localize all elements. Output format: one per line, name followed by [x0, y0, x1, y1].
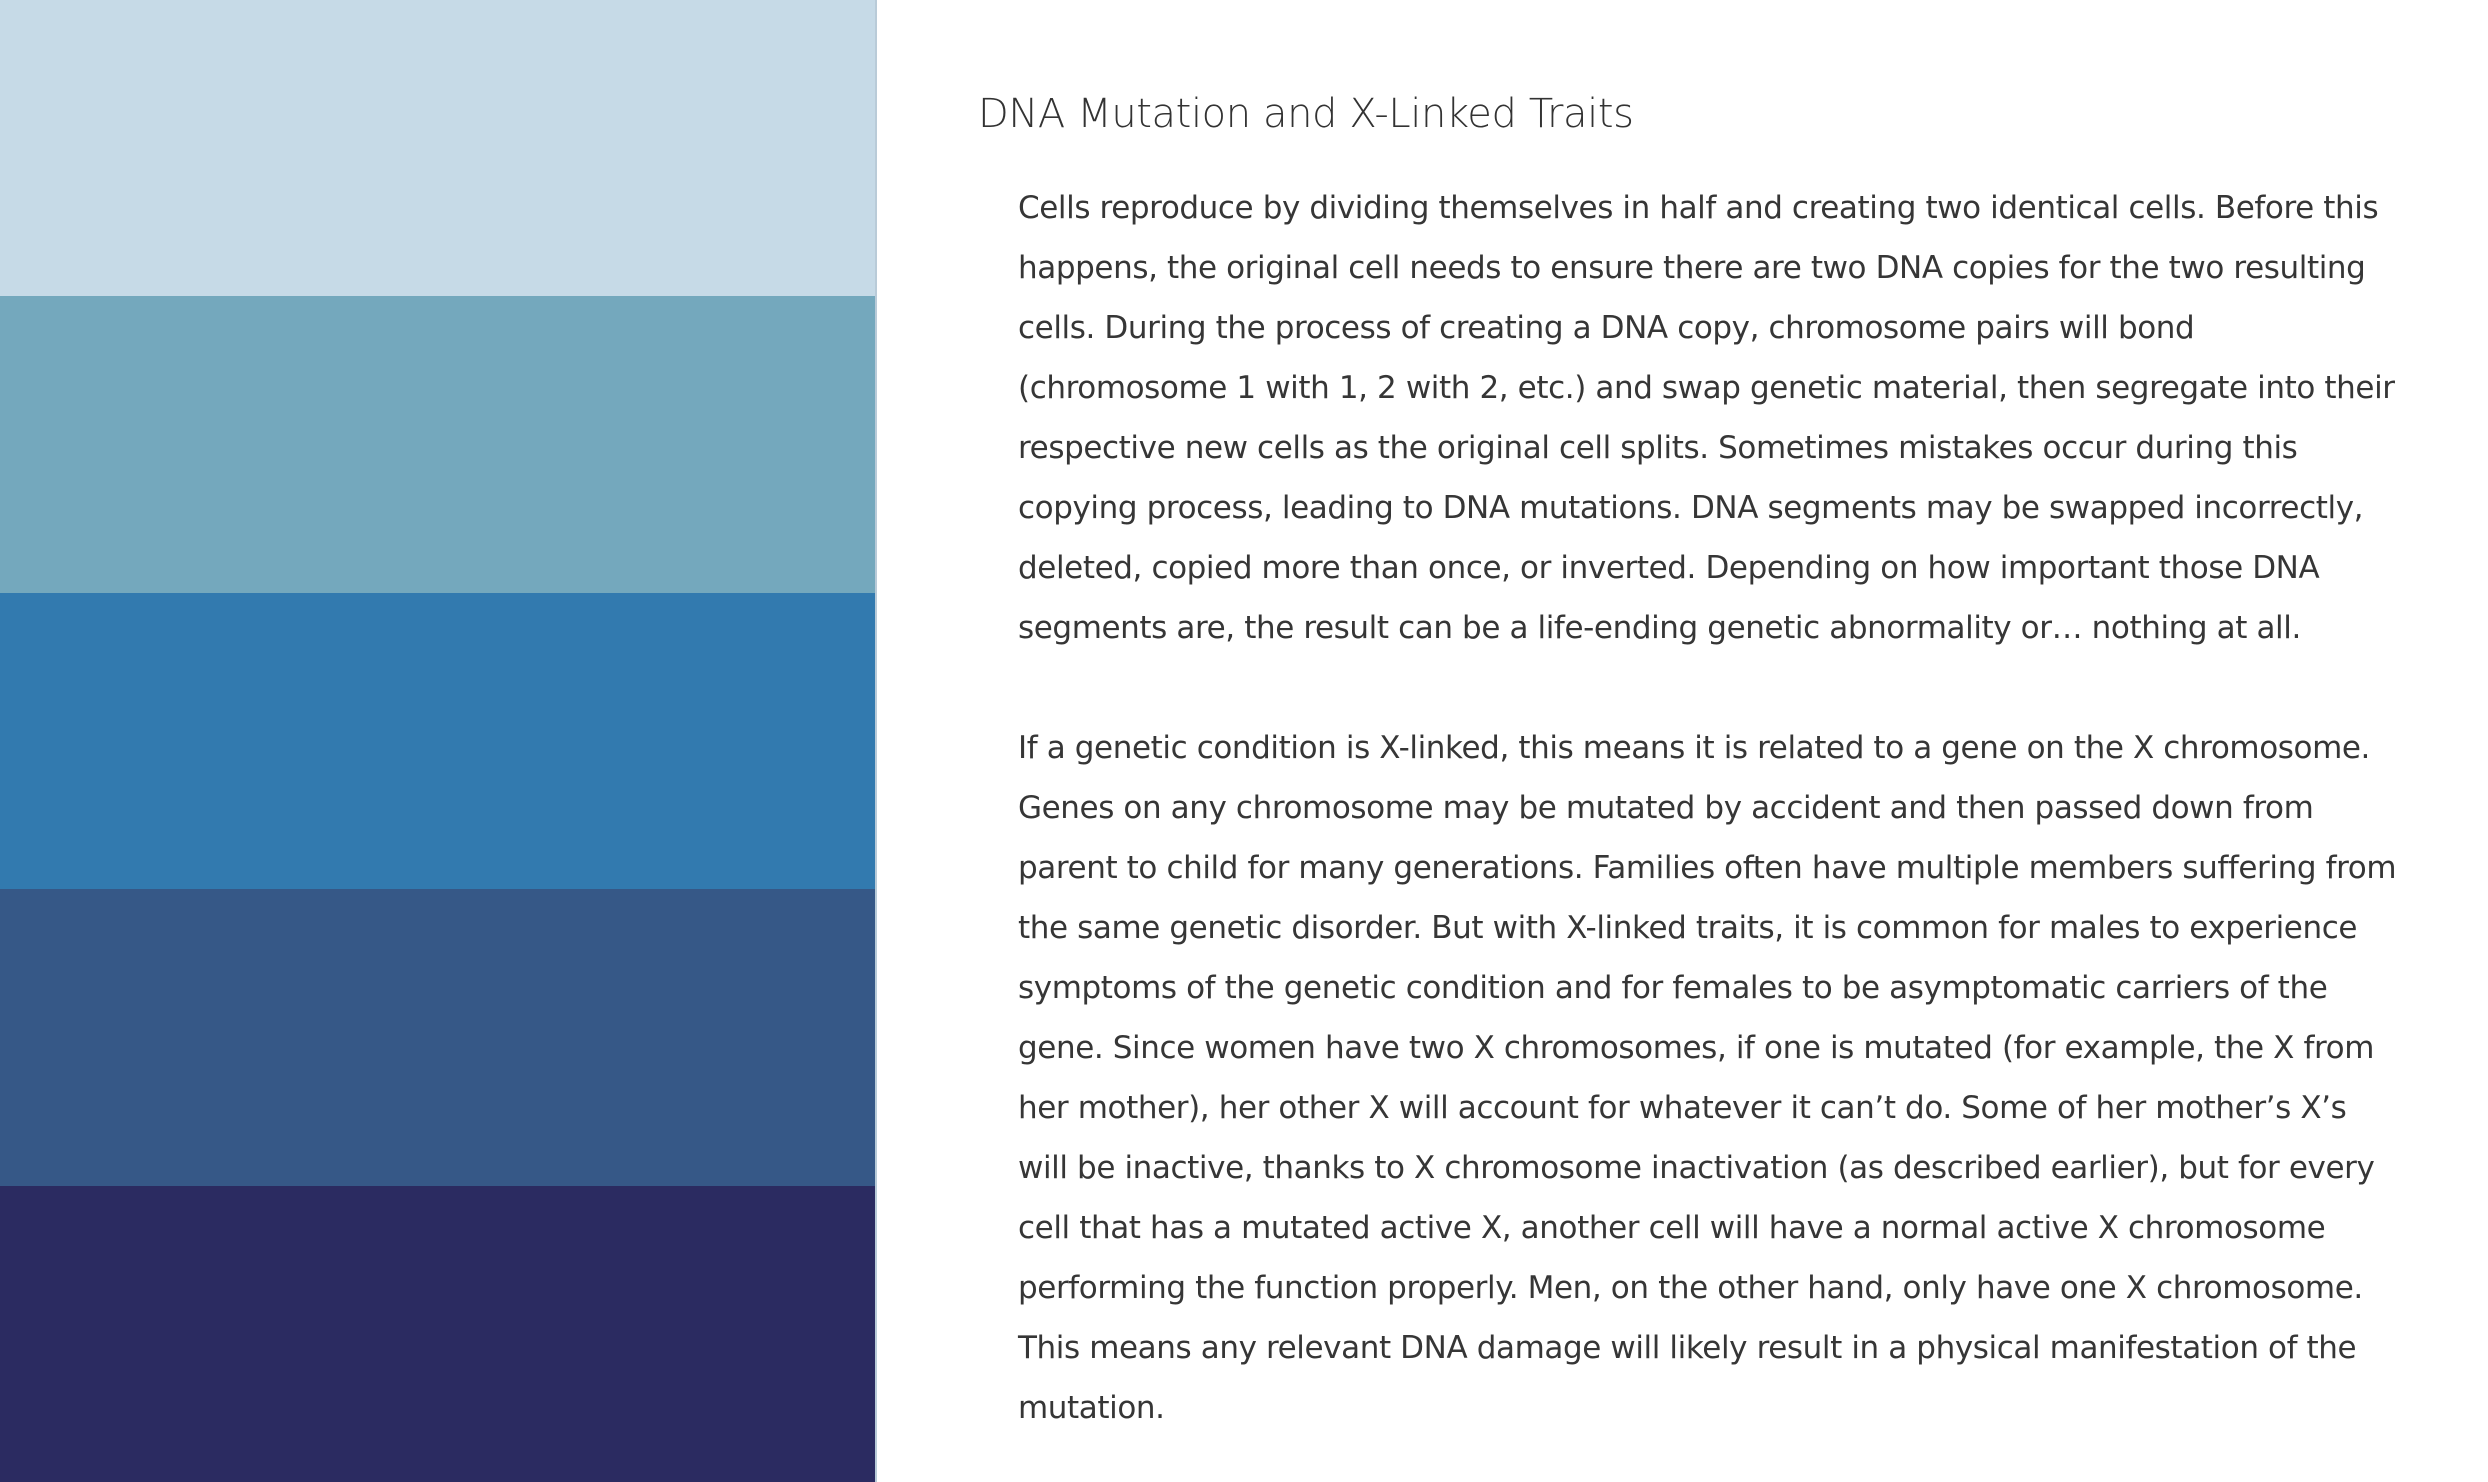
swatch-pale-blue	[0, 0, 875, 297]
swatch-slate-blue	[0, 889, 875, 1186]
swatch-medium-blue	[0, 592, 875, 890]
color-swatch-panel	[0, 0, 877, 1482]
article-content: DNA Mutation and X-Linked Traits Cells r…	[978, 80, 2398, 1438]
article-paragraph-1: Cells reproduce by dividing themselves i…	[1018, 190, 2395, 646]
document-page: DNA Mutation and X-Linked Traits Cells r…	[0, 0, 2488, 1482]
swatch-teal-blue	[0, 296, 875, 593]
article-title: DNA Mutation and X-Linked Traits	[978, 91, 1634, 137]
article-paragraph-2: If a genetic condition is X-linked, this…	[1018, 730, 2397, 1426]
swatch-navy	[0, 1185, 875, 1482]
